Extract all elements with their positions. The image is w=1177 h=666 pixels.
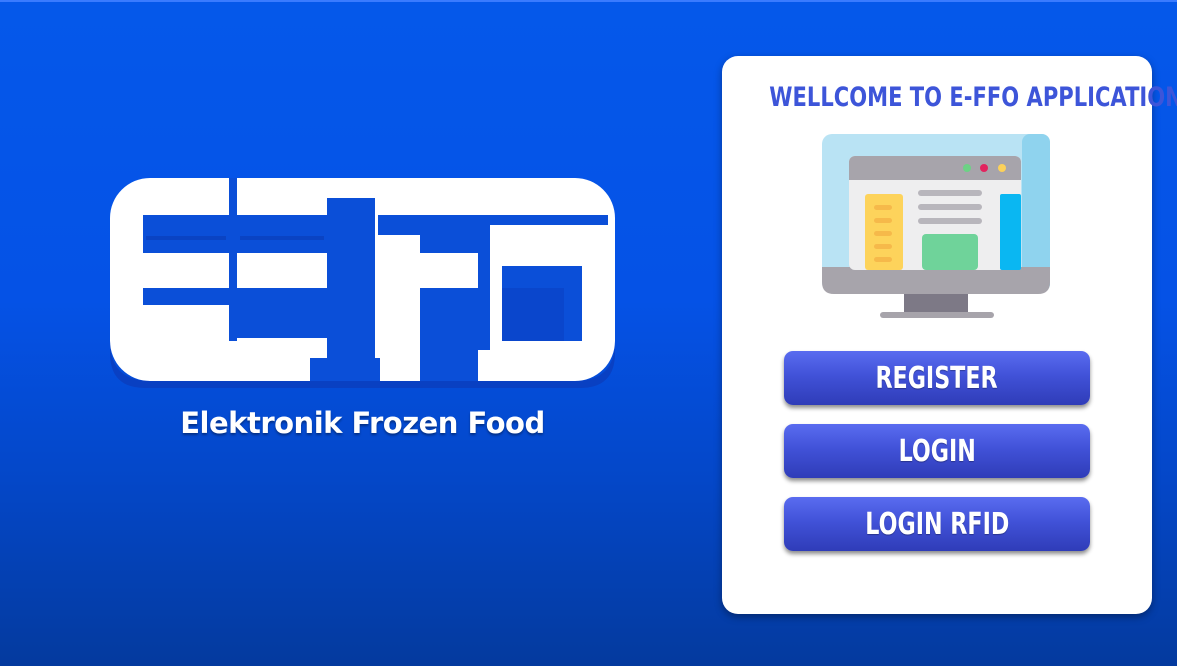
login-rfid-button[interactable]: LOGIN RFID (784, 497, 1090, 551)
desktop-monitor-icon (822, 132, 1054, 322)
card-title: WELLCOME TO E-FFO APPLICATION (769, 82, 1177, 113)
register-button-label: REGISTER (875, 360, 999, 396)
login-button[interactable]: LOGIN (784, 424, 1090, 478)
app-logo (110, 178, 615, 388)
welcome-card: WELLCOME TO E-FFO APPLICATION REGISTER L… (722, 56, 1177, 614)
effo-logo-icon (110, 178, 615, 388)
register-button[interactable]: REGISTER (784, 351, 1090, 405)
login-button-label: LOGIN (898, 433, 976, 469)
tagline: Elektronik Frozen Food (180, 406, 545, 440)
login-rfid-button-label: LOGIN RFID (865, 506, 1009, 542)
